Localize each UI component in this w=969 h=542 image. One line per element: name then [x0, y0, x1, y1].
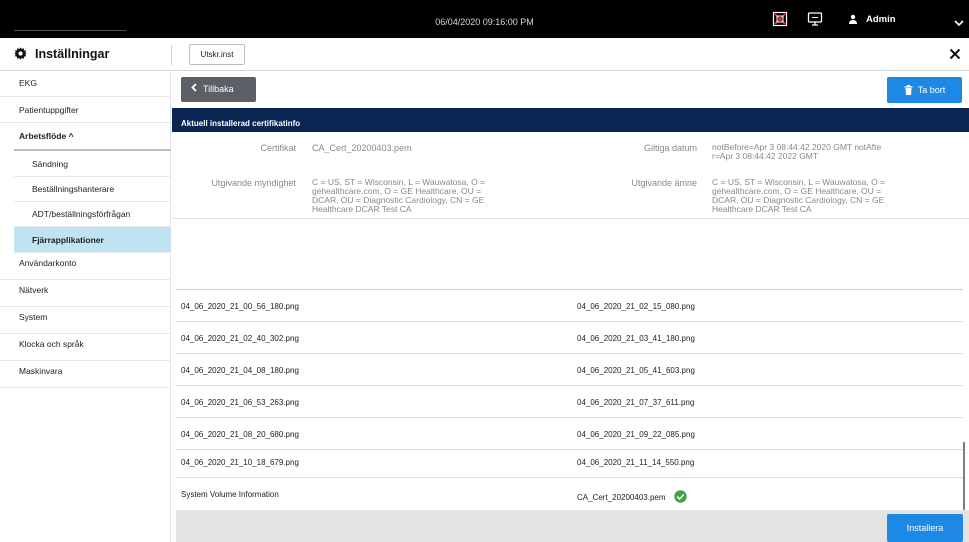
network-status-icon[interactable]	[772, 11, 788, 27]
file-row[interactable]: 04_06_2020_21_00_56_180.png 04_06_2020_2…	[176, 290, 963, 322]
sidebar-item-adt-order-query[interactable]: ADT/beställningsförfrågan	[14, 202, 171, 227]
file-name[interactable]: 04_06_2020_21_02_15_080.png	[577, 302, 695, 311]
cert-info-header: Aktuell installerad certifikatinfo	[172, 108, 969, 132]
sidebar-item-system[interactable]: System	[0, 307, 171, 334]
back-button-label: Tillbaka	[203, 84, 234, 94]
install-button[interactable]: Installera	[887, 514, 963, 542]
delete-button[interactable]: Ta bort	[887, 77, 962, 103]
chevron-left-icon	[191, 77, 197, 102]
cert-info-panel: Certifikat CA_Cert_20200403.pem Giltiga …	[172, 132, 969, 219]
sidebar-item-patient-info[interactable]: Patientuppgifter	[0, 97, 171, 123]
file-row[interactable]: 04_06_2020_21_10_18_679.png 04_06_2020_2…	[176, 446, 963, 478]
chevron-down-icon[interactable]	[954, 14, 964, 32]
sidebar-item-remote-applications[interactable]: Fjärrapplikationer	[14, 227, 171, 253]
sidebar: EKG Patientuppgifter Arbetsflöde ^ Sändn…	[0, 71, 171, 542]
certificate-label: Certifikat	[260, 143, 296, 153]
page-title-text: Inställningar	[35, 47, 110, 61]
file-name[interactable]: 04_06_2020_21_10_18_679.png	[181, 458, 299, 467]
certificate-value: CA_Cert_20200403.pem	[312, 143, 412, 153]
sidebar-item-sending[interactable]: Sändning	[14, 151, 171, 177]
sidebar-item-network[interactable]: Nätverk	[0, 280, 171, 307]
user-name: Admin	[866, 14, 896, 25]
footer-bar: Installera	[176, 510, 969, 542]
sidebar-item-user-account[interactable]: Användarkonto	[0, 253, 171, 280]
file-name[interactable]: 04_06_2020_21_03_41_180.png	[577, 334, 695, 343]
file-name[interactable]: 04_06_2020_21_07_37_611.png	[577, 398, 694, 407]
gear-icon	[14, 47, 27, 60]
user-icon	[849, 15, 857, 25]
validity-value-line2: r=Apr 3 08:44:42 2022 GMT	[712, 151, 819, 161]
trash-icon	[904, 85, 913, 95]
page-title: Inställningar	[14, 38, 109, 71]
file-name[interactable]: 04_06_2020_21_04_08_180.png	[181, 366, 299, 375]
file-name[interactable]: 04_06_2020_21_00_56_180.png	[181, 302, 299, 311]
top-bar: 06/04/2020 09:16:00 PM Admin	[0, 0, 969, 38]
file-name[interactable]: 04_06_2020_21_11_14_550.png	[577, 458, 694, 467]
sidebar-item-hardware[interactable]: Maskinvara	[0, 361, 171, 388]
sidebar-item-ekg[interactable]: EKG	[0, 71, 171, 97]
file-row[interactable]: 04_06_2020_21_02_40_302.png 04_06_2020_2…	[176, 322, 963, 354]
checkmark-circle-icon	[674, 490, 687, 503]
file-name[interactable]: 04_06_2020_21_05_41_603.png	[577, 366, 695, 375]
sidebar-item-clock-language[interactable]: Klocka och språk	[0, 334, 171, 361]
issuer-value-line4: Healthcare DCAR Test CA	[312, 204, 412, 214]
settings-header: Inställningar Utskr.inst	[0, 38, 969, 71]
main-panel: Tillbaka Ta bort Aktuell installerad cer…	[172, 72, 969, 542]
file-name-selected[interactable]: CA_Cert_20200403.pem	[577, 490, 687, 503]
file-name-selected-text: CA_Cert_20200403.pem	[577, 493, 666, 502]
file-name[interactable]: 04_06_2020_21_02_40_302.png	[181, 334, 299, 343]
scrollbar-thumb[interactable]	[963, 442, 965, 510]
delete-button-label: Ta bort	[917, 85, 946, 95]
monitor-icon[interactable]	[807, 11, 823, 27]
header-divider	[171, 45, 172, 65]
validity-label: Giltiga datum	[643, 143, 697, 153]
file-name[interactable]: 04_06_2020_21_08_20_680.png	[181, 430, 299, 439]
subject-value-line4: Healthcare DCAR Test CA	[712, 204, 812, 214]
subject-label: Utgivande ämne	[631, 178, 697, 188]
back-button[interactable]: Tillbaka	[181, 77, 256, 102]
sidebar-item-order-manager[interactable]: Beställningshanterare	[14, 177, 171, 202]
datetime: 06/04/2020 09:16:00 PM	[435, 17, 534, 27]
issuer-label: Utgivande myndighet	[211, 178, 296, 188]
user-menu[interactable]: Admin	[848, 0, 896, 38]
file-name[interactable]: 04_06_2020_21_06_53_263.png	[181, 398, 299, 407]
file-row[interactable]: System Volume Information CA_Cert_202004…	[176, 478, 963, 510]
sidebar-item-workflow[interactable]: Arbetsflöde ^	[0, 123, 171, 149]
print-settings-button[interactable]: Utskr.inst	[189, 44, 245, 65]
file-name[interactable]: 04_06_2020_21_09_22_085.png	[577, 430, 695, 439]
close-icon[interactable]	[949, 47, 961, 65]
file-row[interactable]: 04_06_2020_21_06_53_263.png 04_06_2020_2…	[176, 386, 963, 418]
file-row[interactable]: 04_06_2020_21_04_08_180.png 04_06_2020_2…	[176, 354, 963, 386]
file-name[interactable]: System Volume Information	[181, 490, 279, 499]
